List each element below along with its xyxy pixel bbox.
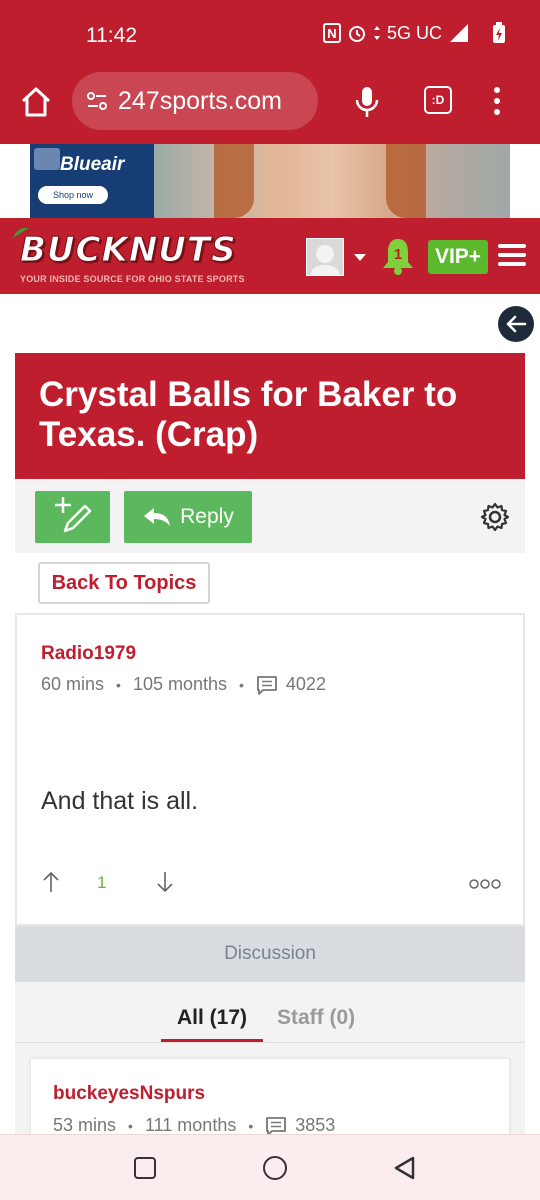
downvote-arrow-icon[interactable] (155, 871, 175, 893)
status-time: 11:42 (86, 24, 137, 47)
site-settings-icon[interactable] (84, 88, 110, 114)
separator-dot: • (239, 676, 244, 693)
vip-button[interactable]: VIP+ (428, 240, 488, 274)
alarm-icon (347, 23, 367, 43)
comment-count-icon (257, 675, 277, 695)
logo-title: BUCKNUTS (20, 230, 237, 271)
thread-title-box: Crystal Balls for Baker to Texas. (Crap) (15, 353, 525, 479)
avatar[interactable] (306, 238, 344, 281)
logo-tagline: YOUR INSIDE SOURCE FOR OHIO STATE SPORTS (20, 274, 245, 284)
more-options-icon[interactable] (469, 877, 501, 889)
reply-age: 53 mins (53, 1115, 117, 1135)
android-nav-bar (0, 1134, 540, 1200)
ad-photo-detail (214, 144, 254, 218)
gear-icon[interactable] (479, 501, 511, 533)
url-text: 247sports.com (118, 86, 282, 115)
upvote-arrow-icon[interactable] (41, 871, 61, 893)
notification-count: 1 (393, 246, 403, 263)
new-post-button[interactable] (35, 491, 110, 543)
original-post: Radio1979 60 mins • 105 months • 4022 An… (15, 613, 525, 926)
nfc-icon: N (322, 23, 341, 43)
status-icons: N 5G UC (322, 22, 506, 44)
reply-author[interactable]: buckeyesNspurs (53, 1083, 205, 1105)
ad-shop-button[interactable]: Shop now (38, 186, 108, 204)
site-header: BUCKNUTS YOUR INSIDE SOURCE FOR OHIO STA… (0, 218, 540, 294)
reply-meta: 53 mins • 111 months • 3853 (53, 1115, 335, 1136)
ad-brand-name: Blueair (60, 154, 125, 175)
reply-member-duration: 111 months (144, 1115, 237, 1135)
reply-post-count: 3853 (295, 1115, 336, 1135)
page-title: Crystal Balls for Baker to Texas. (Crap) (39, 375, 458, 454)
chevron-down-icon[interactable] (354, 254, 366, 261)
post-count: 4022 (285, 674, 326, 694)
tabs-icon[interactable]: :D (424, 86, 452, 114)
separator-dot: • (248, 1117, 254, 1134)
network-label: 5G UC (386, 22, 442, 43)
tabs-divider (15, 1042, 525, 1043)
address-bar[interactable]: 247sports.com (72, 72, 318, 130)
signal-icon (448, 23, 470, 43)
reply-icon (144, 508, 171, 526)
ad-photo-detail (386, 144, 426, 218)
ad-photo (154, 144, 510, 218)
home-icon[interactable] (18, 84, 54, 120)
tab-staff[interactable]: Staff (0) (277, 1006, 355, 1030)
thread-action-bar: Reply (15, 479, 525, 553)
status-bar: 11:42 N 5G UC (0, 0, 540, 72)
vote-count: 1 (97, 873, 107, 892)
post-body: And that is all. (41, 787, 199, 815)
ad-play-icon (34, 148, 60, 170)
data-arrows-icon (373, 25, 381, 41)
browser-toolbar: 247sports.com :D (0, 72, 540, 144)
mic-icon[interactable] (352, 84, 382, 120)
comment-count-icon (266, 1116, 287, 1136)
hamburger-menu-icon[interactable] (498, 244, 526, 268)
back-nav-icon[interactable] (392, 1155, 416, 1181)
back-arrow-icon[interactable] (498, 306, 534, 342)
ad-brand-panel: Blueair Shop now (30, 144, 154, 218)
ad-banner[interactable]: Blueair Shop now (30, 144, 510, 218)
back-to-topics-button[interactable]: Back To Topics (38, 562, 210, 604)
post-meta: 60 mins • 105 months • 4022 (41, 674, 326, 695)
tab-all[interactable]: All (17) (161, 1006, 263, 1042)
post-age: 60 mins (41, 674, 105, 694)
separator-dot: • (128, 1117, 133, 1134)
reply-button-label: Reply (180, 505, 234, 528)
separator-dot: • (116, 676, 121, 693)
recents-icon[interactable] (134, 1157, 156, 1179)
more-vert-icon[interactable] (490, 86, 504, 116)
reply-button[interactable]: Reply (124, 491, 252, 543)
post-author[interactable]: Radio1979 (41, 643, 136, 665)
battery-charging-icon (492, 22, 506, 44)
site-logo[interactable]: BUCKNUTS YOUR INSIDE SOURCE FOR OHIO STA… (13, 226, 278, 288)
member-duration: 105 months (132, 674, 227, 694)
discussion-header: Discussion (15, 926, 525, 982)
home-nav-icon[interactable] (263, 1156, 287, 1180)
